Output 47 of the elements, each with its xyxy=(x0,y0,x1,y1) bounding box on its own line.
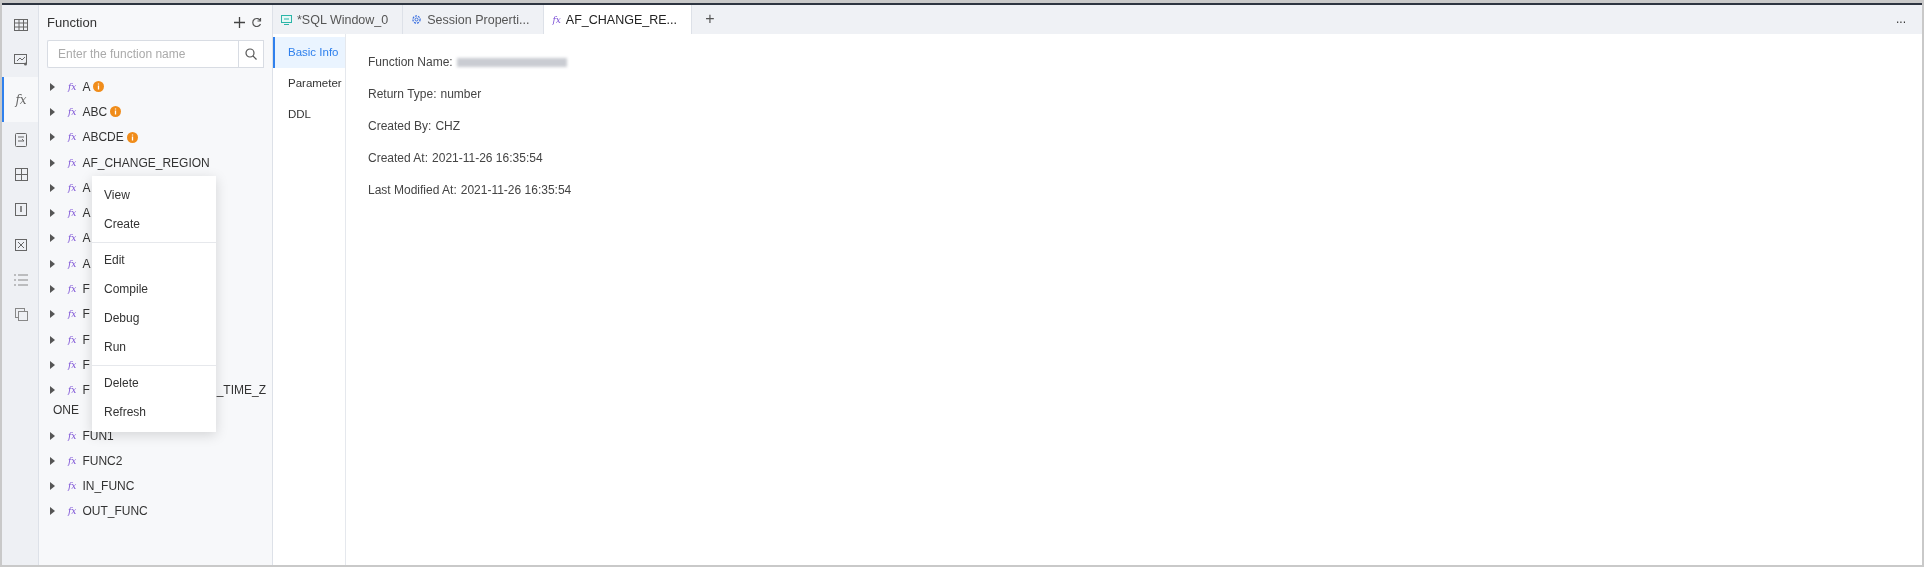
field-value: CHZ xyxy=(435,119,461,135)
field-label: Function Name: xyxy=(368,55,453,71)
function-name: ABCDE xyxy=(82,130,124,145)
function-name: AF_CHANGE_REGION xyxy=(82,155,210,170)
function-name: ABC xyxy=(82,104,108,119)
field-label: Created By: xyxy=(368,119,432,135)
function-name: A xyxy=(82,231,91,246)
field-value: 2021-11-26 16:35:54 xyxy=(460,183,572,199)
function-icon: fx xyxy=(68,455,77,466)
field-label: Created At: xyxy=(368,151,429,167)
function-name: IN_FUNC xyxy=(82,479,135,494)
function-icon: fx xyxy=(68,309,77,320)
function-icon: fx xyxy=(68,359,77,370)
function-name: A xyxy=(82,206,91,221)
function-name: _TIME_Z xyxy=(216,383,266,398)
field-value: 2021-11-26 16:35:54 xyxy=(432,151,543,167)
function-name: OUT_FUNC xyxy=(82,504,148,519)
field-value: number xyxy=(440,87,482,103)
function-name: FUNC2 xyxy=(82,453,123,468)
function-icon: fx xyxy=(68,385,77,396)
function-icon: fx xyxy=(68,132,77,143)
function-icon: fx xyxy=(68,481,77,492)
function-icon: fx xyxy=(68,430,77,441)
function-name: ONE xyxy=(53,402,79,419)
function-icon: fx xyxy=(15,92,27,107)
panel-title: Function xyxy=(47,15,98,30)
function-icon: fx xyxy=(68,506,77,517)
function-icon: fx xyxy=(68,258,77,269)
function-name: F xyxy=(82,282,90,296)
function-icon: fx xyxy=(68,81,77,92)
function-name: F xyxy=(82,357,90,372)
field-label: Last Modified At: xyxy=(368,183,457,199)
function-name: F xyxy=(82,332,90,347)
function-icon: fx xyxy=(68,208,77,219)
field-label: Return Type: xyxy=(368,87,437,103)
function-name: F xyxy=(82,307,90,322)
function-name: A xyxy=(82,79,91,94)
function-name: A xyxy=(82,180,91,195)
function-icon: fx xyxy=(68,106,77,117)
function-name: A xyxy=(82,256,91,271)
function-name: F xyxy=(82,383,90,398)
function-icon: fx xyxy=(68,182,77,193)
function-icon: fx xyxy=(68,334,77,345)
function-icon: fx xyxy=(68,157,77,168)
function-icon: fx xyxy=(68,284,77,294)
function-icon: fx xyxy=(68,233,77,244)
function-icon: fx xyxy=(552,14,561,25)
